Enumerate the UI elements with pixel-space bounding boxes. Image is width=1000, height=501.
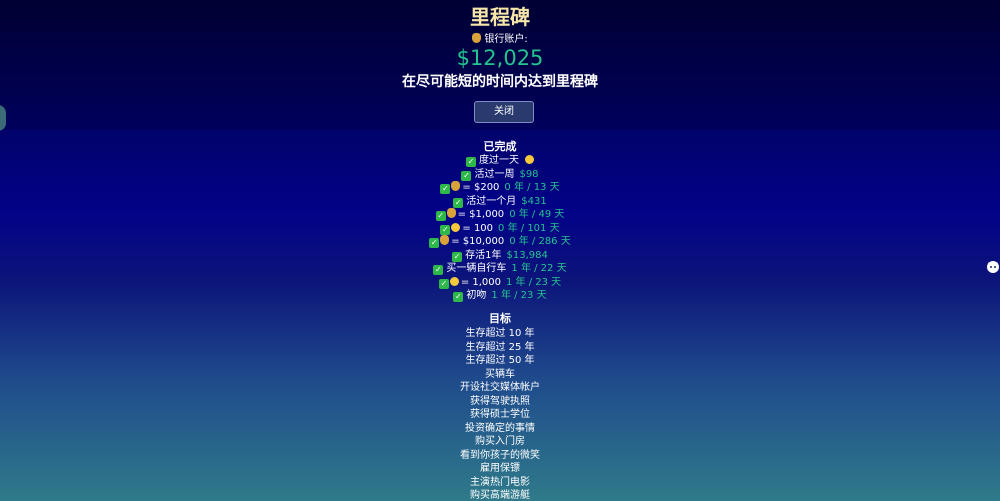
check-mark-icon: ✓ — [461, 170, 472, 181]
completed-item-label: = $10,000 — [451, 236, 505, 247]
completed-item-label: 度过一天 — [479, 155, 519, 166]
check-mark-icon: ✓ — [440, 184, 451, 194]
goal-item: 开设社交媒体帐户 — [460, 382, 540, 393]
completed-item-label: 存活1年 — [465, 249, 502, 261]
completed-item: ✓ 度过一天 — [0, 154, 1000, 168]
page-title: 里程碑 — [470, 5, 530, 29]
completed-item-label: = 100 — [462, 222, 494, 234]
goal-item: 生存超过 25 年 — [465, 341, 535, 353]
goal-item: 获得驾驶执照 — [470, 395, 530, 407]
completed-item: ✓ 买一辆自行车 1 年 / 22 天 — [0, 262, 1000, 276]
check-mark-icon: ✓ — [453, 197, 464, 208]
happy-face-icon — [451, 222, 461, 232]
goals-heading: 目标 — [489, 312, 511, 325]
completed-item-label: 初吻 — [466, 290, 487, 301]
completed-item-label: 买一辆自行车 — [446, 263, 507, 274]
completed-item: ✓ 初吻 1 年 / 23 天 — [0, 289, 1000, 303]
completed-list: ✓ 度过一天 ✓ 活过一周 $98 ✓ = $200 0 年 / 13 天 ✓ 活过一个月 $431… — [0, 154, 1000, 303]
goal-item: 购买高端游艇 — [470, 490, 530, 501]
check-mark-icon: ✓ — [438, 278, 449, 289]
bank-account-amount: $12,025 — [456, 46, 544, 70]
completed-item: ✓ = 100 0 年 / 101 天 — [0, 222, 1000, 236]
goal-item: 主演热门电影 — [470, 476, 530, 488]
happy-face-icon — [449, 276, 459, 286]
check-mark-icon: ✓ — [466, 157, 476, 167]
money-bag-icon — [446, 208, 456, 218]
goal-item: 雇用保镖 — [480, 463, 520, 474]
money-bag-icon — [472, 33, 482, 43]
check-mark-icon: ✓ — [433, 265, 444, 275]
goal-item: 获得硕士学位 — [470, 409, 530, 420]
goals-list: 生存超过 10 年生存超过 25 年生存超过 50 年买辆车开设社交媒体帐户 获得… — [0, 327, 1000, 501]
completed-item: ✓ = $10,000 0 年 / 286 天 — [0, 235, 1000, 249]
goal-item: 生存超过 50 年 — [465, 355, 535, 366]
goal-item: 买辆车 — [485, 368, 515, 380]
completed-item-value: 1 年 / 22 天 — [511, 263, 567, 274]
completed-heading: 已完成 — [483, 140, 517, 153]
money-bag-icon — [440, 235, 450, 245]
goal-item: 购买入门房 — [475, 436, 525, 447]
milestones-subtitle: 在尽可能短的时间内达到里程碑 — [402, 74, 598, 90]
close-button[interactable]: 关闭 — [474, 101, 534, 123]
completed-item: ✓ = $1,000 0 年 / 49 天 — [0, 208, 1000, 222]
check-mark-icon: ✓ — [440, 224, 451, 235]
check-mark-icon: ✓ — [429, 238, 440, 248]
completed-item-label: 活过一周 — [474, 168, 515, 180]
completed-item-label: = $1,000 — [457, 209, 505, 220]
check-mark-icon: ✓ — [452, 251, 463, 262]
completed-item-value: 1 年 / 23 天 — [506, 276, 562, 288]
bank-account-label-text: 银行账户: — [484, 34, 528, 45]
completed-item-value: 0 年 / 49 天 — [509, 209, 565, 220]
completed-item-value: 0 年 / 286 天 — [509, 236, 571, 247]
check-mark-icon: ✓ — [453, 292, 464, 302]
completed-item: ✓ 活过一个月 $431 — [0, 195, 1000, 209]
completed-item-value: $431 — [521, 195, 547, 207]
smile-face-icon — [525, 155, 534, 164]
goal-item: 看到你孩子的微笑 — [460, 449, 540, 461]
goal-item: 投资确定的事情 — [465, 422, 535, 434]
completed-item-value: 1 年 / 23 天 — [491, 290, 547, 301]
goal-item: 生存超过 10 年 — [465, 328, 535, 339]
completed-item: ✓ 活过一周 $98 — [0, 168, 1000, 182]
completed-item: ✓ 存活1年 $13,984 — [0, 249, 1000, 263]
completed-item-value: $13,984 — [506, 249, 548, 261]
money-bag-icon — [451, 181, 461, 191]
completed-item-value: $98 — [519, 168, 539, 180]
completed-item-label: = $200 — [462, 182, 500, 193]
completed-item-label: 活过一个月 — [466, 195, 517, 207]
completed-item-value: 0 年 / 13 天 — [504, 182, 560, 193]
completed-item-value: 0 年 / 101 天 — [498, 222, 560, 234]
check-mark-icon: ✓ — [435, 211, 446, 221]
header: 里程碑 银行账户: $12,025 在尽可能短的时间内达到里程碑 关闭 — [0, 0, 1000, 130]
completed-item: ✓ = $200 0 年 / 13 天 — [0, 181, 1000, 195]
completed-item: ✓ = 1,000 1 年 / 23 天 — [0, 276, 1000, 290]
completed-item-label: = 1,000 — [460, 276, 501, 288]
